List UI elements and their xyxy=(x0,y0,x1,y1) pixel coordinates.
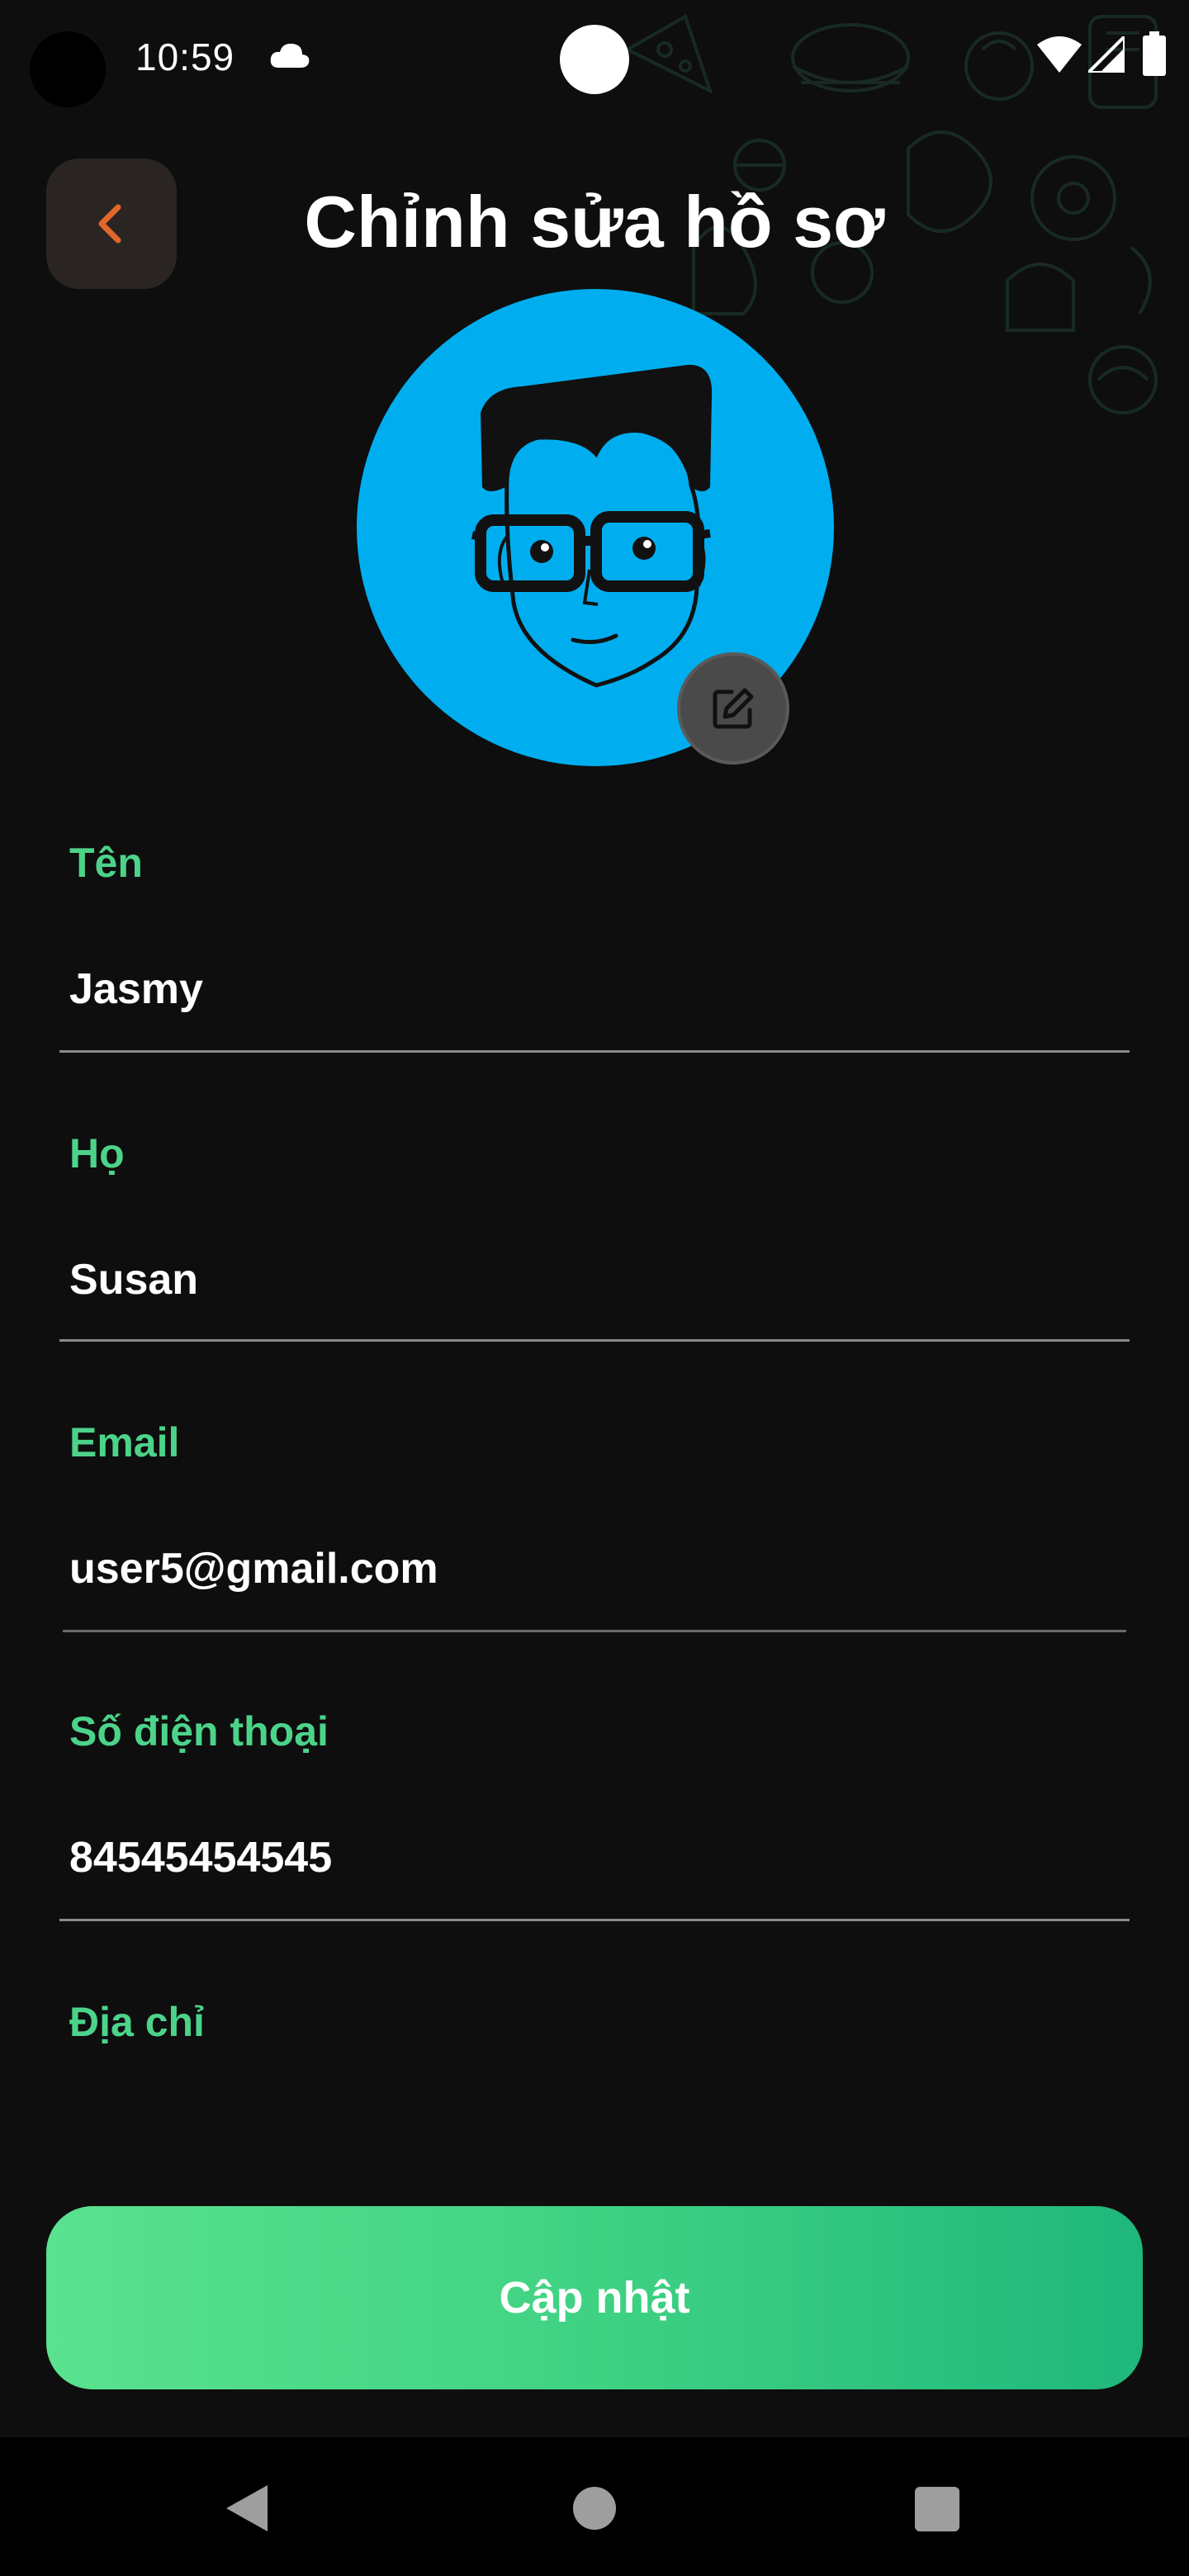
nav-recents-icon[interactable] xyxy=(915,2487,959,2531)
navigation-bar xyxy=(0,2437,1189,2576)
email-divider xyxy=(63,1630,1126,1632)
front-camera-dot xyxy=(560,25,629,94)
status-bar: 10:59 xyxy=(0,0,1189,116)
edit-profile-screen: 10:59 Chỉnh sửa hồ sơ Tên Jasmy Họ Susan… xyxy=(0,0,1189,2576)
nav-back-icon[interactable] xyxy=(221,2482,271,2535)
phone-input[interactable] xyxy=(69,1825,1126,1891)
wifi-icon xyxy=(1037,36,1082,73)
last-name-divider xyxy=(59,1339,1130,1342)
first-name-input[interactable] xyxy=(69,956,1126,1022)
email-input[interactable] xyxy=(69,1536,1126,1602)
email-label: Email xyxy=(69,1419,180,1466)
camera-cutout xyxy=(30,31,106,107)
status-time: 10:59 xyxy=(135,36,235,78)
address-label: Địa chỉ xyxy=(69,1999,205,2045)
first-name-divider xyxy=(59,1050,1130,1053)
cloud-icon xyxy=(270,43,310,68)
last-name-label: Họ xyxy=(69,1130,125,1177)
last-name-input[interactable] xyxy=(69,1247,1126,1313)
edit-avatar-button[interactable] xyxy=(677,652,789,765)
nav-home-icon[interactable] xyxy=(573,2487,616,2530)
battery-icon xyxy=(1143,31,1166,76)
update-button[interactable]: Cập nhật xyxy=(46,2206,1143,2389)
first-name-label: Tên xyxy=(69,840,143,886)
edit-pencil-icon xyxy=(713,688,754,729)
signal-icon xyxy=(1088,36,1125,73)
phone-label: Số điện thoại xyxy=(69,1708,329,1754)
address-input[interactable] xyxy=(69,2081,1126,2147)
phone-divider xyxy=(59,1919,1130,1921)
page-title: Chỉnh sửa hồ sơ xyxy=(304,181,885,263)
